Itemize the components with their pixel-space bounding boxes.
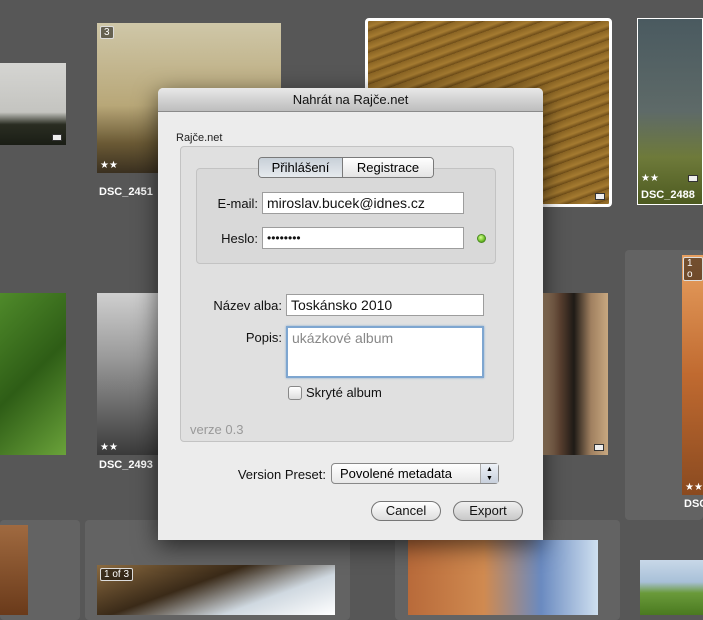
thumbnail[interactable]: ★★ DSC_2488 xyxy=(637,18,703,205)
group-label: Rajče.net xyxy=(176,132,223,144)
thumbnail-label: DSC_2493 xyxy=(99,459,153,471)
stack-badge: 1 of 3 xyxy=(100,568,134,581)
updown-arrows-icon: ▲ ▼ xyxy=(480,464,498,483)
preset-label: Version Preset: xyxy=(237,467,326,482)
cancel-button[interactable]: Cancel xyxy=(371,501,441,521)
tab-login[interactable]: Přihlášení xyxy=(259,158,343,177)
login-tab-panel xyxy=(196,168,496,264)
thumbnail[interactable] xyxy=(640,560,703,615)
rating-stars: ★★ xyxy=(100,442,118,453)
video-icon xyxy=(595,193,605,200)
thumbnail[interactable]: 1 of 3 xyxy=(97,565,335,615)
password-label: Heslo: xyxy=(221,231,258,246)
rating-stars: ★★ xyxy=(100,160,118,171)
rating-stars: ★★ xyxy=(685,482,703,493)
thumbnail-label: DSC_2488 xyxy=(641,189,695,201)
status-indicator-icon xyxy=(477,234,486,243)
thumbnail[interactable]: ★★ xyxy=(97,293,167,455)
thumbnail-label: DSC xyxy=(684,498,703,510)
thumbnail-label: DSC_2451 xyxy=(99,186,153,198)
stack-badge: 3 xyxy=(100,26,114,39)
upload-dialog: Nahrát na Rajče.net Rajče.net Přihlášení… xyxy=(158,88,543,540)
video-icon xyxy=(688,175,698,182)
email-field[interactable]: miroslav.bucek@idnes.cz xyxy=(262,192,464,214)
album-name-field[interactable]: Toskánsko 2010 xyxy=(286,294,484,316)
version-label: verze 0.3 xyxy=(190,422,244,437)
password-field[interactable]: •••••••• xyxy=(262,227,464,249)
thumbnail[interactable] xyxy=(0,293,66,455)
thumbnail[interactable] xyxy=(0,63,66,145)
hidden-album-label: Skryté album xyxy=(306,385,382,400)
video-icon xyxy=(594,444,604,451)
dialog-title: Nahrát na Rajče.net xyxy=(158,88,543,112)
export-button[interactable]: Export xyxy=(453,501,523,521)
thumbnail[interactable] xyxy=(0,525,28,615)
stack-badge: 1 o xyxy=(683,257,703,281)
hidden-album-checkbox[interactable] xyxy=(288,386,302,400)
email-label: E-mail: xyxy=(217,196,258,211)
rating-stars: ★★ xyxy=(641,173,659,184)
preset-value: Povolené metadata xyxy=(340,466,453,481)
album-name-label: Název alba: xyxy=(213,298,282,313)
description-field[interactable]: ukázkové album xyxy=(286,326,484,378)
thumbnail[interactable] xyxy=(408,540,598,615)
thumbnail[interactable]: 1 o ★★ xyxy=(682,255,703,495)
thumbnail[interactable] xyxy=(540,293,608,455)
video-icon xyxy=(52,134,62,141)
preset-select[interactable]: Povolené metadata ▲ ▼ xyxy=(331,463,499,484)
tab-bar: Přihlášení Registrace xyxy=(258,157,434,178)
tab-register[interactable]: Registrace xyxy=(343,158,433,177)
description-label: Popis: xyxy=(245,330,282,345)
